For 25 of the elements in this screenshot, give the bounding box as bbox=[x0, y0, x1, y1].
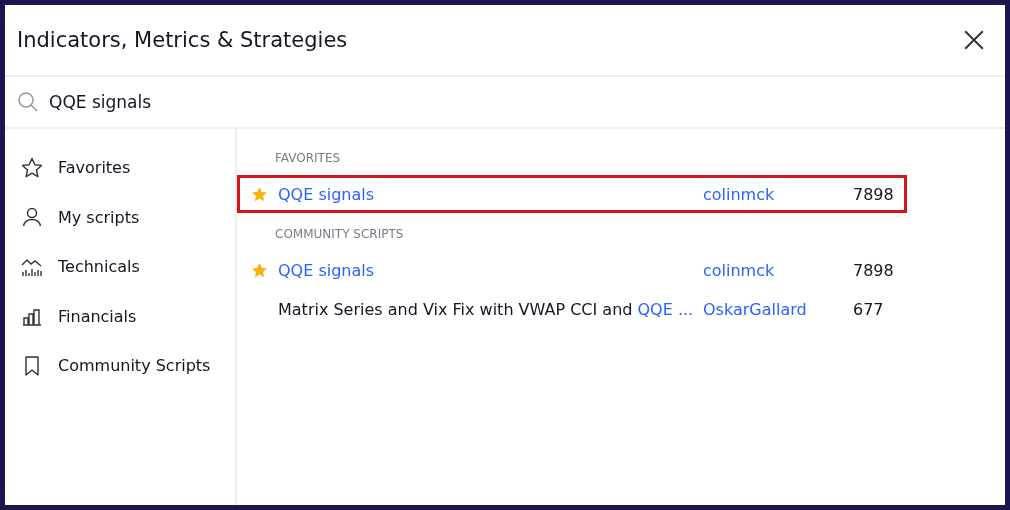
sidebar-item[interactable]: Community Scripts bbox=[5, 341, 235, 391]
sidebar-item[interactable]: My scripts bbox=[5, 192, 235, 242]
dialog-title: Indicators, Metrics & Strategies bbox=[17, 28, 348, 52]
author-link[interactable]: colinmck bbox=[703, 260, 853, 280]
usage-count: 677 bbox=[853, 299, 885, 319]
script-row[interactable]: Matrix Series and Vix Fix with VWAP CCI and QQE ... OskarGallard 677 bbox=[237, 290, 907, 328]
sidebar-item[interactable]: Technicals bbox=[5, 242, 235, 292]
section-heading: COMMUNITY SCRIPTS bbox=[275, 227, 404, 241]
sidebar-item[interactable]: Favorites bbox=[5, 143, 235, 193]
author-link[interactable]: OskarGallard bbox=[703, 299, 853, 319]
search-icon bbox=[17, 91, 39, 113]
star-icon bbox=[20, 155, 44, 180]
close-icon[interactable] bbox=[963, 29, 985, 51]
section-heading: FAVORITES bbox=[275, 151, 341, 165]
script-title: QQE signals bbox=[278, 184, 376, 204]
author-link[interactable]: colinmck bbox=[703, 184, 853, 204]
sidebar-item[interactable]: Financials bbox=[5, 291, 235, 341]
usage-count: 7898 bbox=[853, 184, 895, 204]
script-row[interactable]: QQE signals colinmck 7898 bbox=[237, 175, 907, 213]
usage-count: 7898 bbox=[853, 260, 895, 280]
favorite-star-icon[interactable] bbox=[250, 260, 269, 280]
favorite-star-icon[interactable] bbox=[250, 184, 269, 204]
script-row[interactable]: QQE signals colinmck 7898 bbox=[237, 251, 907, 289]
script-title: Matrix Series and Vix Fix with VWAP CCI and QQE ... bbox=[278, 299, 695, 319]
script-title: QQE signals bbox=[278, 260, 376, 280]
